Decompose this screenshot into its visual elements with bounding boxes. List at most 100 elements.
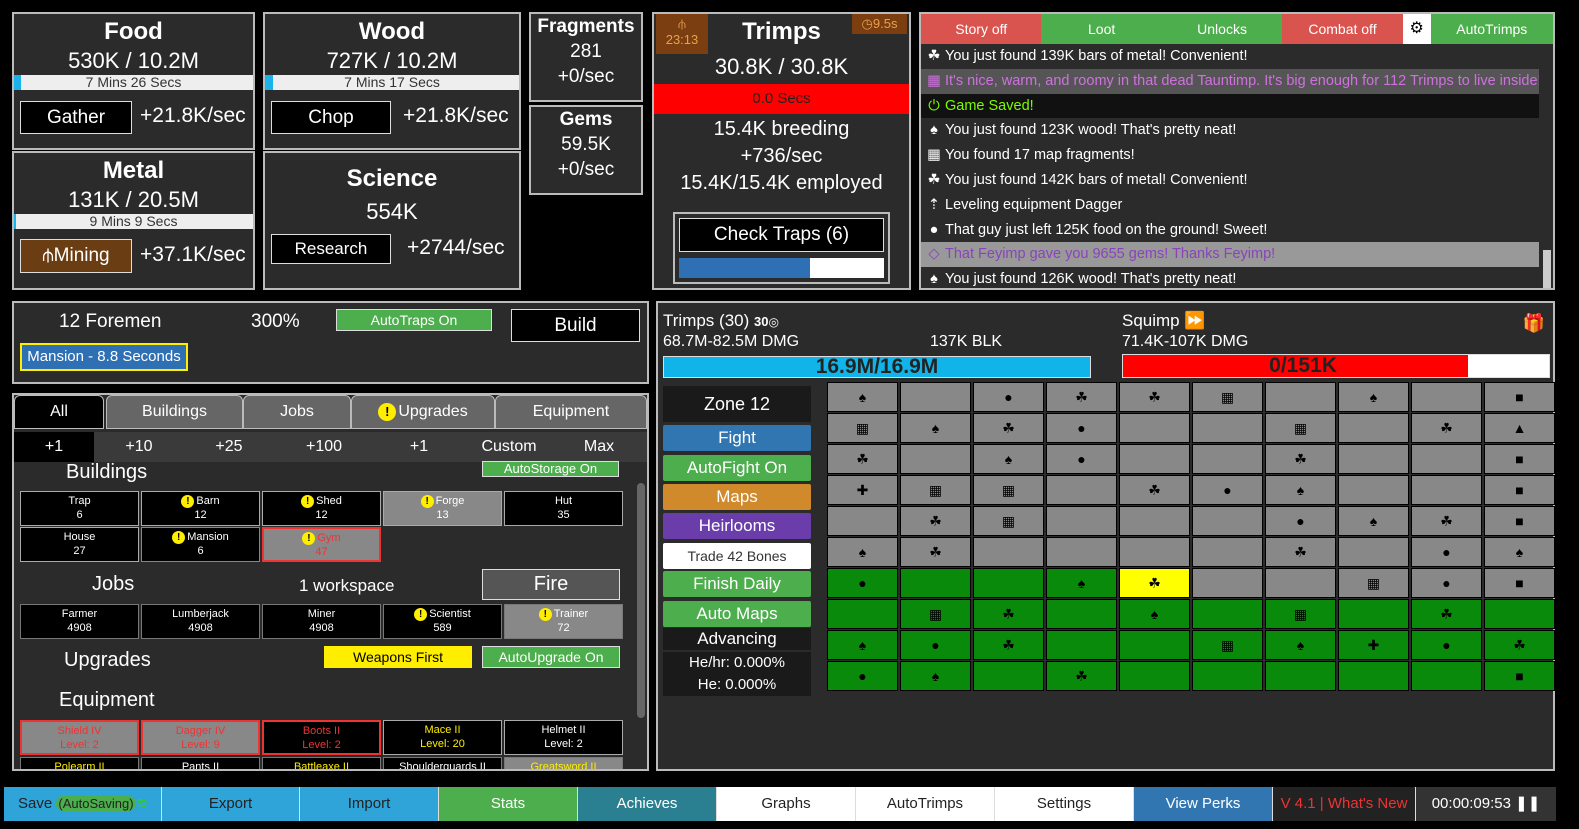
trade-bones-button[interactable]: Trade 42 Bones <box>663 543 811 569</box>
grid-cell[interactable]: ☘ <box>1411 599 1482 629</box>
tab-all[interactable]: All <box>14 395 104 429</box>
grid-cell[interactable]: ● <box>1411 630 1482 660</box>
building-barn[interactable]: ! Barn 12 <box>141 491 260 526</box>
grid-cell[interactable] <box>1411 444 1482 474</box>
grid-cell[interactable]: ☘ <box>1411 506 1482 536</box>
grid-cell[interactable]: ■ <box>1484 475 1555 505</box>
grid-cell[interactable]: ♠ <box>827 537 898 567</box>
grid-cell[interactable]: ▦ <box>1192 630 1263 660</box>
grid-cell[interactable] <box>1192 444 1263 474</box>
grid-cell[interactable] <box>1192 506 1263 536</box>
grid-cell[interactable]: ☘ <box>973 413 1044 443</box>
grid-cell[interactable]: ♠ <box>900 661 971 691</box>
buy-amount-tab[interactable]: +1 <box>374 432 464 462</box>
grid-cell[interactable] <box>1411 661 1482 691</box>
grid-cell[interactable]: ☘ <box>1119 475 1190 505</box>
buy-amount-tab[interactable]: +25 <box>184 432 274 462</box>
weapons-first-button[interactable]: Weapons First <box>324 646 472 668</box>
grid-cell[interactable]: ☘ <box>1265 444 1336 474</box>
grid-cell[interactable]: ☘ <box>900 506 971 536</box>
log-tab[interactable]: Story off <box>921 14 1042 44</box>
grid-cell[interactable] <box>1046 506 1117 536</box>
autostorage-button[interactable]: AutoStorage On <box>482 461 619 477</box>
job-trainer[interactable]: ! Trainer 72 <box>504 604 623 639</box>
grid-cell[interactable] <box>1046 475 1117 505</box>
grid-cell[interactable]: ▦ <box>1265 413 1336 443</box>
equipment-item[interactable]: Pants II <box>141 757 260 769</box>
settings-button[interactable]: Settings <box>995 787 1134 821</box>
building-hut[interactable]: Hut 35 <box>504 491 623 526</box>
buy-amount-tab[interactable]: +100 <box>274 432 374 462</box>
grid-cell[interactable]: ▦ <box>973 475 1044 505</box>
grid-cell[interactable] <box>1119 661 1190 691</box>
grid-cell[interactable]: ■ <box>1484 506 1555 536</box>
gather-button[interactable]: Gather <box>20 101 132 134</box>
grid-cell[interactable]: ☘ <box>1046 382 1117 412</box>
grid-cell[interactable]: ☘ <box>1119 568 1190 598</box>
grid-cell[interactable] <box>973 537 1044 567</box>
grid-cell[interactable] <box>1338 537 1409 567</box>
job-farmer[interactable]: Farmer 4908 <box>20 604 139 639</box>
building-forge[interactable]: ! Forge 13 <box>383 491 502 526</box>
equipment-item[interactable]: Mace II Level: 20 <box>383 720 502 755</box>
export-button[interactable]: Export <box>162 787 300 821</box>
message-log[interactable]: Story off Loot Unlocks Combat off ⚙ AutoTrimp… <box>919 12 1555 290</box>
equipment-item[interactable]: Boots II Level: 2 <box>262 720 381 755</box>
grid-cell[interactable]: ☘ <box>973 630 1044 660</box>
grid-cell[interactable] <box>1338 661 1409 691</box>
grid-cell[interactable] <box>1119 444 1190 474</box>
grid-cell[interactable]: ☘ <box>827 444 898 474</box>
grid-cell[interactable]: ● <box>900 630 971 660</box>
grid-cell[interactable]: ☘ <box>1265 537 1336 567</box>
grid-cell[interactable] <box>1192 537 1263 567</box>
view-perks-button[interactable]: View Perks <box>1134 787 1273 821</box>
grid-cell[interactable] <box>1119 506 1190 536</box>
research-button[interactable]: Research <box>271 234 391 264</box>
equipment-item[interactable]: Battleaxe II <box>262 757 381 769</box>
grid-cell[interactable] <box>973 568 1044 598</box>
grid-cell[interactable]: ♠ <box>1265 475 1336 505</box>
grid-cell[interactable] <box>1411 475 1482 505</box>
grid-cell[interactable]: ▦ <box>900 475 971 505</box>
buy-amount-tab[interactable]: +10 <box>94 432 184 462</box>
equipment-item[interactable]: Shield IV Level: 2 <box>20 720 139 755</box>
grid-cell[interactable]: ✚ <box>827 475 898 505</box>
grid-cell[interactable]: ☘ <box>1411 413 1482 443</box>
grid-cell[interactable]: ● <box>1046 444 1117 474</box>
fire-button[interactable]: Fire <box>482 569 620 600</box>
grid-cell[interactable]: ● <box>1411 537 1482 567</box>
grid-cell[interactable] <box>1338 599 1409 629</box>
grid-cell[interactable] <box>827 599 898 629</box>
grid-cell[interactable] <box>1338 413 1409 443</box>
import-button[interactable]: Import <box>300 787 439 821</box>
log-scrollbar[interactable] <box>1543 250 1551 288</box>
grid-cell[interactable] <box>1046 599 1117 629</box>
building-shed[interactable]: ! Shed 12 <box>262 491 381 526</box>
grid-cell[interactable]: ▲ <box>1484 413 1555 443</box>
grid-cell[interactable]: ■ <box>1484 382 1555 412</box>
grid-cell[interactable]: ♠ <box>1119 599 1190 629</box>
grid-cell[interactable]: ▦ <box>1265 599 1336 629</box>
job-lumberjack[interactable]: Lumberjack 4908 <box>141 604 260 639</box>
grid-cell[interactable] <box>1265 568 1336 598</box>
grid-cell[interactable] <box>1119 630 1190 660</box>
equipment-item[interactable]: Polearm II <box>20 757 139 769</box>
building-house[interactable]: House 27 <box>20 527 139 562</box>
grid-cell[interactable]: ■ <box>1484 661 1555 691</box>
save-button[interactable]: Save (AutoSaving) ≋ <box>4 787 162 821</box>
grid-cell[interactable] <box>1046 537 1117 567</box>
grid-cell[interactable]: ● <box>827 661 898 691</box>
stats-button[interactable]: Stats <box>439 787 578 821</box>
equipment-item[interactable]: Helmet II Level: 2 <box>504 720 623 755</box>
grid-cell[interactable] <box>1411 382 1482 412</box>
grid-cell[interactable]: ♠ <box>1265 630 1336 660</box>
grid-cell[interactable] <box>1338 475 1409 505</box>
pause-icon[interactable]: ❚❚ <box>1515 795 1540 812</box>
grid-cell[interactable]: ● <box>1192 475 1263 505</box>
log-settings-gear-icon[interactable]: ⚙ <box>1402 14 1431 44</box>
building-gym[interactable]: ! Gym 47 <box>262 527 381 562</box>
autofight-button[interactable]: AutoFight On <box>663 455 811 481</box>
grid-cell[interactable]: ♠ <box>900 413 971 443</box>
job-miner[interactable]: Miner 4908 <box>262 604 381 639</box>
achieves-button[interactable]: Achieves <box>578 787 717 821</box>
